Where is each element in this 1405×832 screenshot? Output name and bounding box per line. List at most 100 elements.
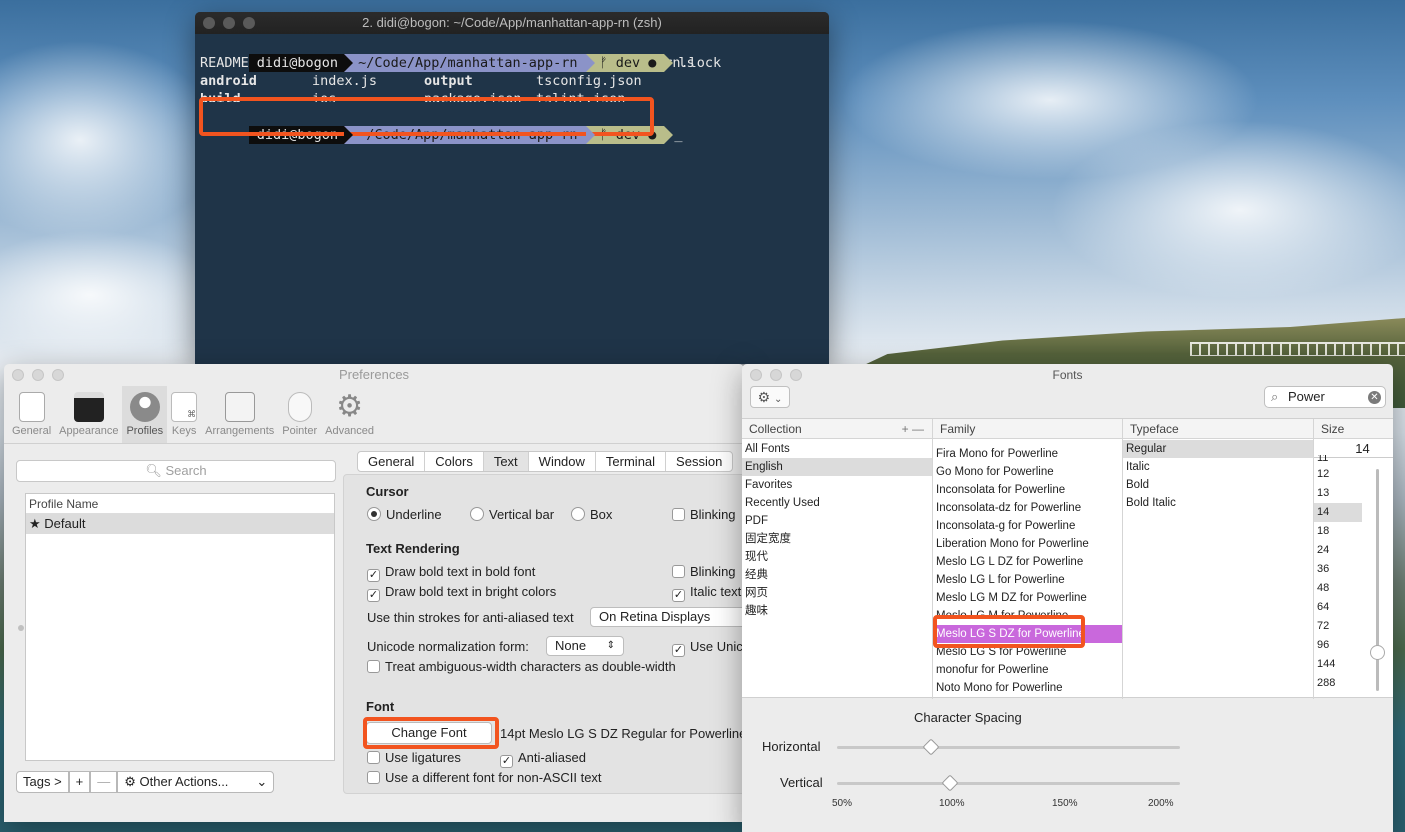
size-item[interactable]: 288 <box>1314 674 1362 693</box>
horizontal-spacing-slider[interactable] <box>837 746 1180 749</box>
vertical-slider-knob[interactable] <box>941 774 959 792</box>
family-item[interactable]: Meslo LG L DZ for Powerline <box>933 553 1122 571</box>
collection-item[interactable]: 固定宽度 <box>742 530 932 548</box>
family-item[interactable]: Fira Mono for Powerline <box>933 445 1122 463</box>
cursor-underline-radio[interactable]: Underline <box>367 507 442 522</box>
fonts-panel[interactable]: Fonts ⚙ ⌄ ⌕ Power ✕ Collection + — Family… <box>742 364 1393 832</box>
collection-item[interactable]: 现代 <box>742 548 932 566</box>
size-item[interactable]: 72 <box>1314 617 1362 636</box>
minimize-button[interactable] <box>223 17 235 29</box>
ligatures-checkbox[interactable]: Use ligatures <box>367 750 461 765</box>
close-button[interactable] <box>203 17 215 29</box>
anti-aliased-checkbox[interactable]: ✓ Anti-aliased <box>500 750 586 768</box>
blinking-cursor-checkbox[interactable]: Blinking <box>672 507 736 522</box>
non-ascii-font-checkbox[interactable]: Use a different font for non-ASCII text <box>367 770 602 785</box>
collection-item[interactable]: 趣味 <box>742 602 932 620</box>
blinking-text-checkbox[interactable]: Blinking <box>672 564 736 579</box>
other-actions-button[interactable]: ⚙ Other Actions... ⌄ <box>117 771 275 793</box>
add-collection-icon[interactable]: + — <box>902 419 924 439</box>
minimize-button[interactable] <box>770 369 782 381</box>
size-item-selected[interactable]: 14 <box>1314 503 1362 522</box>
tags-button[interactable]: Tags > <box>16 771 69 793</box>
size-item[interactable]: 48 <box>1314 579 1362 598</box>
family-item[interactable]: Liberation Mono for Powerline <box>933 535 1122 553</box>
size-list[interactable]: 11 12 13 14 18 24 36 48 64 72 96 144 288 <box>1314 455 1362 693</box>
clear-search-icon[interactable]: ✕ <box>1368 391 1381 404</box>
bright-colors-checkbox[interactable]: ✓ Draw bold text in bright colors <box>367 584 556 602</box>
window-controls[interactable] <box>12 369 64 381</box>
tab-terminal[interactable]: Terminal <box>596 452 667 471</box>
size-slider-knob[interactable] <box>1370 645 1385 660</box>
add-profile-button[interactable]: + <box>68 771 91 793</box>
tab-session[interactable]: Session <box>666 452 732 471</box>
split-handle[interactable] <box>18 625 24 631</box>
zoom-button[interactable] <box>790 369 802 381</box>
typeface-item-selected[interactable]: Regular <box>1123 440 1313 458</box>
collection-item-selected[interactable]: English <box>742 458 932 476</box>
collection-item[interactable]: All Fonts <box>742 440 932 458</box>
collection-item[interactable]: 经典 <box>742 566 932 584</box>
size-item[interactable]: 18 <box>1314 522 1362 541</box>
window-controls[interactable] <box>750 369 802 381</box>
toolbar-pointer[interactable]: Pointer <box>278 386 321 443</box>
size-item[interactable]: 24 <box>1314 541 1362 560</box>
family-item[interactable]: Meslo LG M DZ for Powerline <box>933 589 1122 607</box>
terminal-window[interactable]: 2. didi@bogon: ~/Code/App/manhattan-app-… <box>195 12 829 364</box>
bold-font-checkbox[interactable]: ✓ Draw bold text in bold font <box>367 564 535 582</box>
family-item[interactable]: Go Mono for Powerline <box>933 463 1122 481</box>
tab-colors[interactable]: Colors <box>425 452 484 471</box>
typeface-list[interactable]: Regular Italic Bold Bold Italic <box>1123 440 1313 512</box>
profile-default[interactable]: ★ Default <box>26 514 334 534</box>
size-item[interactable]: 13 <box>1314 484 1362 503</box>
size-item[interactable]: 144 <box>1314 655 1362 674</box>
size-item[interactable]: 12 <box>1314 465 1362 484</box>
typeface-item[interactable]: Italic <box>1123 458 1313 476</box>
zoom-button[interactable] <box>52 369 64 381</box>
toolbar-keys[interactable]: ⌘ Keys <box>167 386 201 443</box>
family-item[interactable]: Noto Mono for Powerline <box>933 679 1122 697</box>
collection-item[interactable]: Recently Used <box>742 494 932 512</box>
cursor-box-radio[interactable]: Box <box>571 507 612 522</box>
family-item[interactable]: Inconsolata-dz for Powerline <box>933 499 1122 517</box>
collection-item[interactable]: 网页 <box>742 584 932 602</box>
thin-strokes-select[interactable]: On Retina Displays <box>590 607 744 627</box>
preferences-window[interactable]: Preferences General Appearance Profiles … <box>4 364 744 822</box>
tab-general[interactable]: General <box>358 452 426 471</box>
family-item[interactable]: Meslo LG L for Powerline <box>933 571 1122 589</box>
close-button[interactable] <box>750 369 762 381</box>
cursor-vertical-radio[interactable]: Vertical bar <box>470 507 554 522</box>
typeface-item[interactable]: Bold Italic <box>1123 494 1313 512</box>
italic-text-checkbox[interactable]: ✓ Italic text <box>672 584 741 602</box>
toolbar-appearance[interactable]: Appearance <box>55 386 122 443</box>
profile-list[interactable]: Profile Name ★ Default <box>25 493 335 761</box>
minimize-button[interactable] <box>32 369 44 381</box>
toolbar-advanced[interactable]: ⚙ Advanced <box>321 386 378 443</box>
vertical-spacing-slider[interactable] <box>837 782 1180 785</box>
size-item[interactable]: 11 <box>1314 455 1362 465</box>
window-controls[interactable] <box>203 17 255 29</box>
size-item[interactable]: 64 <box>1314 598 1362 617</box>
use-unicode-checkbox[interactable]: ✓Use Unicode <box>672 639 744 657</box>
zoom-button[interactable] <box>243 17 255 29</box>
collection-item[interactable]: Favorites <box>742 476 932 494</box>
tab-window[interactable]: Window <box>529 452 596 471</box>
font-actions-button[interactable]: ⚙ ⌄ <box>750 386 790 408</box>
horizontal-slider-knob[interactable] <box>922 738 940 756</box>
family-item[interactable]: Inconsolata-g for Powerline <box>933 517 1122 535</box>
close-button[interactable] <box>12 369 24 381</box>
ambiguous-width-checkbox[interactable]: Treat ambiguous-width characters as doub… <box>367 659 676 674</box>
size-item[interactable]: 36 <box>1314 560 1362 579</box>
profile-search-input[interactable]: 🔍︎ Search <box>16 460 336 482</box>
font-search-input[interactable]: ⌕ Power ✕ <box>1264 386 1386 408</box>
family-item[interactable]: monofur for Powerline <box>933 661 1122 679</box>
collection-item[interactable]: PDF <box>742 512 932 530</box>
toolbar-profiles[interactable]: Profiles <box>122 386 168 443</box>
toolbar-general[interactable]: General <box>8 386 55 443</box>
family-item[interactable]: Inconsolata for Powerline <box>933 481 1122 499</box>
typeface-item[interactable]: Bold <box>1123 476 1313 494</box>
remove-profile-button[interactable]: — <box>90 771 118 793</box>
toolbar-arrangements[interactable]: Arrangements <box>201 386 278 443</box>
collection-list[interactable]: All Fonts English Favorites Recently Use… <box>742 440 932 620</box>
family-list[interactable]: Fira Mono for Powerline Go Mono for Powe… <box>933 445 1122 697</box>
size-item[interactable]: 96 <box>1314 636 1362 655</box>
